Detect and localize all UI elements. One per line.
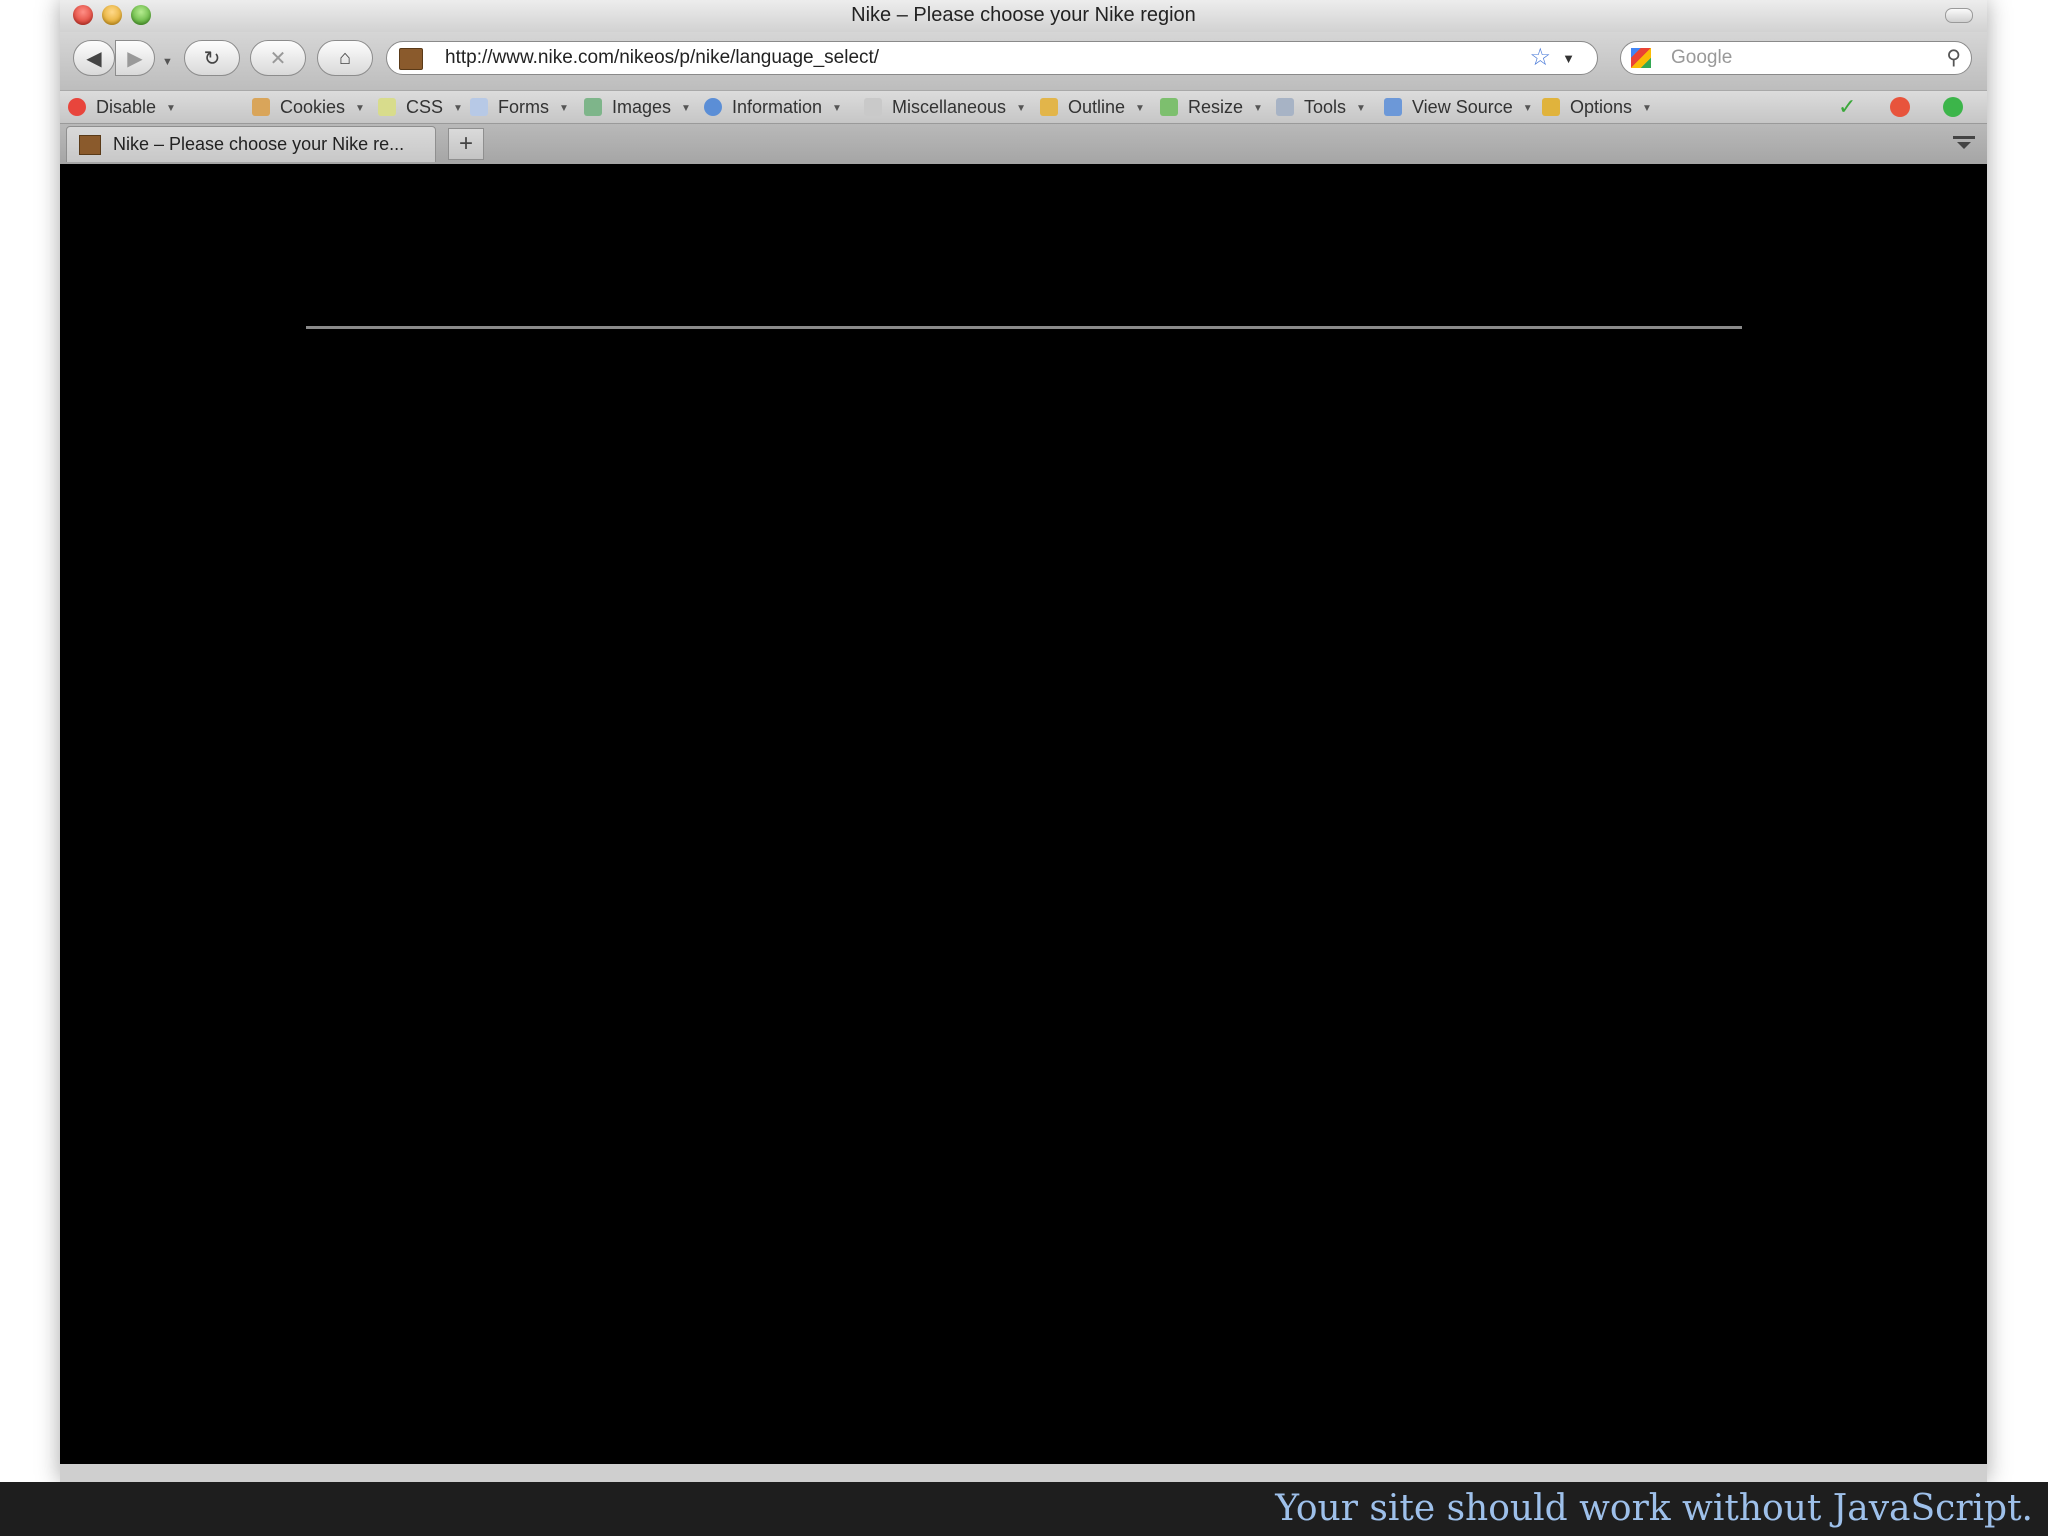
tab-bar: Nike – Please choose your Nike re... + bbox=[60, 124, 1987, 164]
miscellaneous-icon bbox=[864, 98, 882, 116]
chevron-down-icon: ▼ bbox=[1356, 103, 1366, 114]
title-bar: Nike – Please choose your Nike region bbox=[60, 0, 1987, 32]
toolbar-toggle-button[interactable] bbox=[1945, 8, 1973, 23]
toolbar-item-resize[interactable]: Resize ▼ bbox=[1160, 91, 1263, 123]
chevron-down-icon: ▼ bbox=[559, 103, 569, 114]
toolbar-item-label: Outline bbox=[1068, 97, 1126, 117]
forward-arrow-icon: ▶ bbox=[127, 47, 143, 70]
css-icon bbox=[378, 98, 396, 116]
toolbar-item-label: Options bbox=[1570, 97, 1633, 117]
caption-bar: Your site should work without JavaScript… bbox=[0, 1482, 2048, 1536]
url-dropdown-icon[interactable]: ▼ bbox=[1562, 43, 1575, 75]
url-bar[interactable]: http://www.nike.com/nikeos/p/nike/langua… bbox=[386, 41, 1598, 75]
toolbar-item-cookies[interactable]: Cookies ▼ bbox=[252, 91, 365, 123]
toolbar-item-label: Forms bbox=[498, 97, 549, 117]
toolbar-item-label: CSS bbox=[406, 97, 444, 117]
javascript-error-icon[interactable] bbox=[1890, 97, 1910, 117]
images-icon bbox=[584, 98, 602, 116]
html-valid-icon[interactable] bbox=[1943, 97, 1963, 117]
chevron-down-icon: ▼ bbox=[1135, 103, 1145, 114]
home-icon: ⌂ bbox=[338, 46, 352, 69]
reload-icon: ↻ bbox=[203, 47, 221, 70]
toolbar-item-label: Information bbox=[732, 97, 823, 117]
toolbar-item-miscellaneous[interactable]: Miscellaneous ▼ bbox=[864, 91, 1026, 123]
history-dropdown-icon[interactable]: ▼ bbox=[162, 56, 173, 68]
toolbar-item-label: Miscellaneous bbox=[892, 97, 1007, 117]
new-tab-button[interactable]: + bbox=[448, 128, 484, 160]
toolbar-item-images[interactable]: Images ▼ bbox=[584, 91, 691, 123]
toolbar-item-information[interactable]: Information ▼ bbox=[704, 91, 842, 123]
navigation-toolbar: ◀ ▶ ▼ ↻ ✕ ⌂ http://www.nike.com/nikeos/p… bbox=[60, 32, 1987, 90]
tab-title: Nike – Please choose your Nike re... bbox=[113, 134, 405, 154]
zoom-window-button[interactable] bbox=[131, 5, 151, 25]
back-button[interactable]: ◀ bbox=[73, 40, 115, 76]
bookmark-star-icon[interactable]: ☆ bbox=[1529, 42, 1551, 74]
tab-favicon-icon bbox=[79, 135, 101, 155]
chevron-down-icon: ▼ bbox=[1642, 103, 1652, 114]
stop-button[interactable]: ✕ bbox=[250, 40, 306, 76]
window-title: Nike – Please choose your Nike region bbox=[851, 4, 1196, 26]
chevron-down-icon: ▼ bbox=[453, 103, 463, 114]
page-content bbox=[60, 164, 1987, 1464]
forward-button[interactable]: ▶ bbox=[115, 40, 155, 76]
toolbar-item-label: Disable bbox=[96, 97, 157, 117]
chevron-down-icon: ▼ bbox=[1253, 103, 1263, 114]
toolbar-item-view-source[interactable]: View Source ▼ bbox=[1384, 91, 1533, 123]
toolbar-item-css[interactable]: CSS ▼ bbox=[378, 91, 463, 123]
tab-nike[interactable]: Nike – Please choose your Nike re... bbox=[66, 126, 436, 162]
back-arrow-icon: ◀ bbox=[86, 47, 102, 70]
toolbar-item-tools[interactable]: Tools ▼ bbox=[1276, 91, 1366, 123]
resize-icon bbox=[1160, 98, 1178, 116]
options-icon bbox=[1542, 98, 1560, 116]
search-placeholder: Google bbox=[1671, 47, 1733, 68]
stop-icon: ✕ bbox=[269, 47, 287, 70]
reload-button[interactable]: ↻ bbox=[184, 40, 240, 76]
url-text: http://www.nike.com/nikeos/p/nike/langua… bbox=[445, 47, 880, 68]
toolbar-item-disable[interactable]: Disable ▼ bbox=[68, 91, 176, 123]
search-engine-icon[interactable] bbox=[1631, 48, 1651, 68]
list-all-tabs-icon[interactable] bbox=[1953, 136, 1975, 150]
forms-icon bbox=[470, 98, 488, 116]
disable-icon bbox=[68, 98, 86, 116]
toolbar-item-options[interactable]: Options ▼ bbox=[1542, 91, 1652, 123]
minimize-window-button[interactable] bbox=[102, 5, 122, 25]
cookies-icon bbox=[252, 98, 270, 116]
page-divider bbox=[306, 326, 1742, 329]
chevron-down-icon: ▼ bbox=[166, 103, 176, 114]
toolbar-item-label: View Source bbox=[1412, 97, 1513, 117]
search-box[interactable]: Google ⚲ bbox=[1620, 41, 1972, 75]
status-bar bbox=[60, 1464, 1987, 1482]
tools-icon bbox=[1276, 98, 1294, 116]
chevron-down-icon: ▼ bbox=[1016, 103, 1026, 114]
chevron-down-icon: ▼ bbox=[1522, 103, 1533, 114]
css-valid-check-icon[interactable]: ✓ bbox=[1838, 96, 1858, 118]
web-developer-toolbar: Disable ▼ Cookies ▼ CSS ▼ Forms ▼ Images ▼ In… bbox=[60, 90, 1987, 124]
chevron-down-icon: ▼ bbox=[681, 103, 691, 114]
browser-window: Nike – Please choose your Nike region ◀ … bbox=[60, 0, 1987, 1482]
toolbar-item-forms[interactable]: Forms ▼ bbox=[470, 91, 569, 123]
toolbar-item-outline[interactable]: Outline ▼ bbox=[1040, 91, 1145, 123]
close-window-button[interactable] bbox=[73, 5, 93, 25]
toolbar-item-label: Cookies bbox=[280, 97, 346, 117]
toolbar-item-label: Resize bbox=[1188, 97, 1244, 117]
information-icon bbox=[704, 98, 722, 116]
home-button[interactable]: ⌂ bbox=[317, 40, 373, 76]
search-icon[interactable]: ⚲ bbox=[1946, 42, 1961, 74]
site-favicon-icon bbox=[399, 48, 423, 70]
toolbar-item-label: Tools bbox=[1304, 97, 1347, 117]
outline-icon bbox=[1040, 98, 1058, 116]
chevron-down-icon: ▼ bbox=[355, 103, 365, 114]
toolbar-item-label: Images bbox=[612, 97, 672, 117]
chevron-down-icon: ▼ bbox=[832, 103, 842, 114]
slide-caption: Your site should work without JavaScript… bbox=[1275, 1488, 2033, 1529]
view-source-icon bbox=[1384, 98, 1402, 116]
